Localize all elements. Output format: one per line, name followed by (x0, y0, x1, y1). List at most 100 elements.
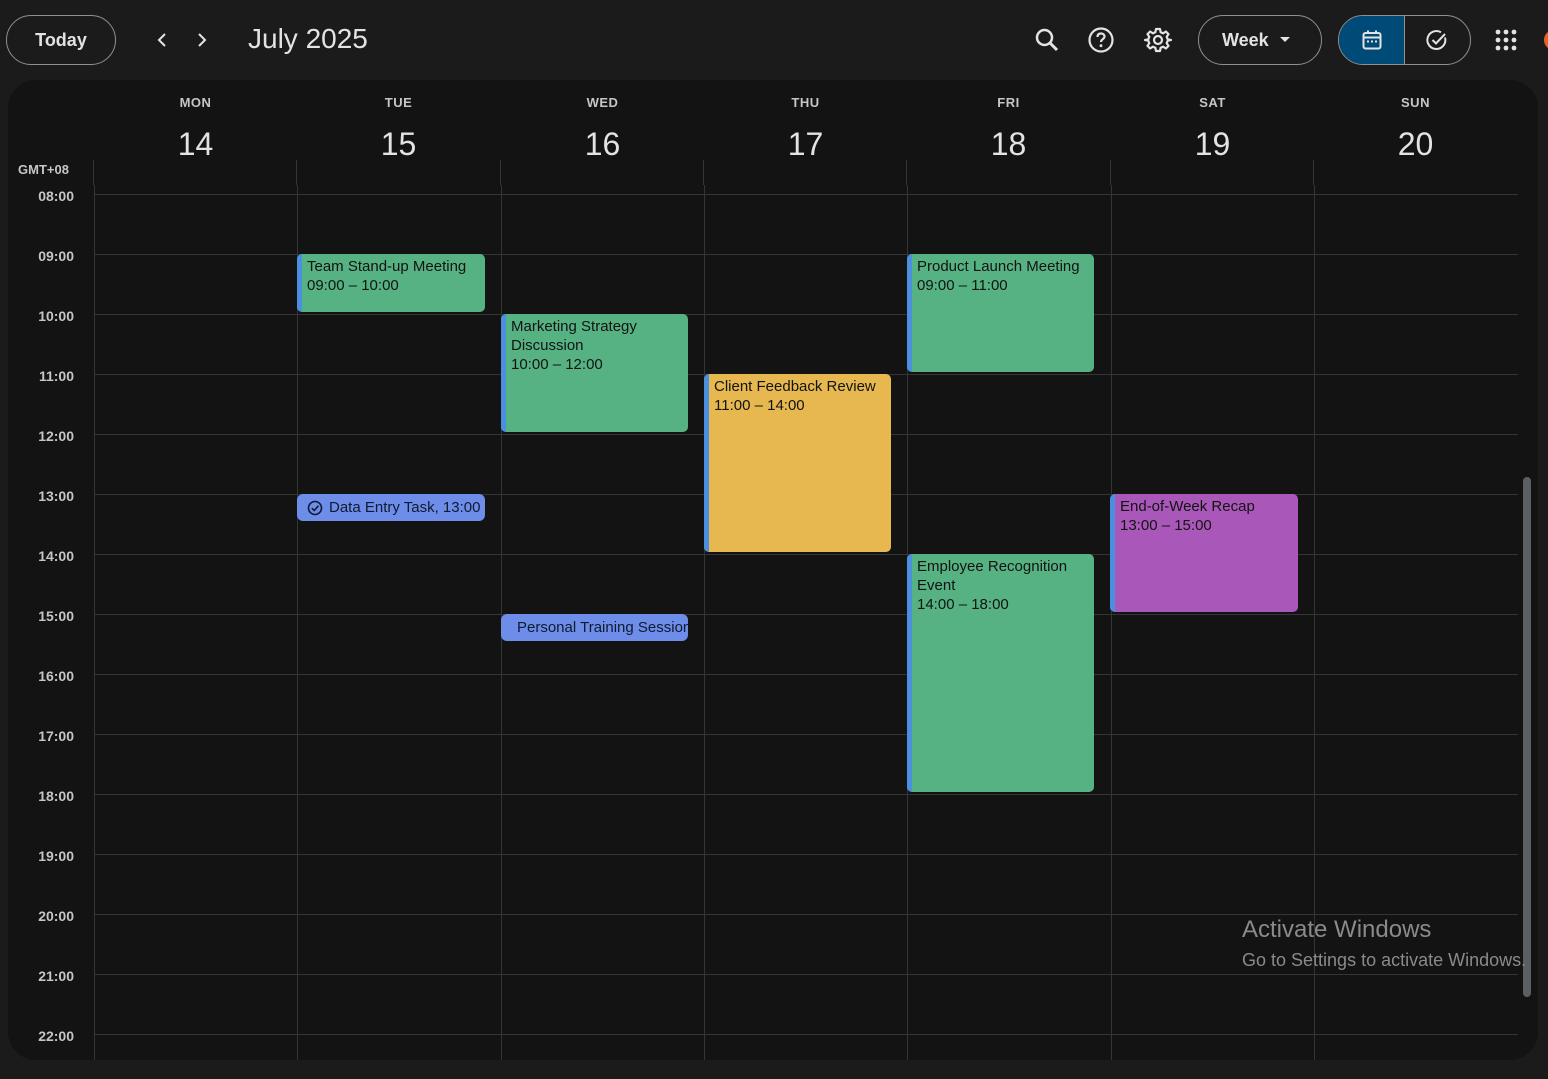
activate-windows-title: Activate Windows (1242, 916, 1432, 943)
apps-grid-icon (1495, 29, 1517, 51)
caret-down-icon (1279, 37, 1290, 42)
previous-week-button[interactable] (146, 24, 178, 56)
hour-line (94, 854, 1518, 855)
day-name: FRI (997, 95, 1020, 110)
hour-line (94, 974, 1518, 975)
hour-label: 09:00 (38, 248, 74, 264)
timezone-label: GMT+08 (18, 162, 69, 177)
day-number[interactable]: 16 (501, 126, 704, 163)
task-data-entry[interactable]: Data Entry Task, 13:00 (297, 494, 485, 521)
day-header-mon[interactable]: MON 14 (94, 80, 297, 190)
task-check-icon (307, 500, 323, 515)
event-title: Client Feedback Review (714, 378, 876, 395)
event-marketing-strategy[interactable]: Marketing Strategy Discussion 10:00 – 12… (501, 314, 688, 432)
day-number[interactable]: 19 (1111, 126, 1314, 163)
top-toolbar: Today July 2025 Week (0, 0, 1548, 80)
hour-line (94, 734, 1518, 735)
help-button[interactable] (1081, 20, 1121, 60)
week-grid-panel: MON 14 TUE 15 WED 16 THU 17 FRI 18 SAT 1… (8, 80, 1538, 1060)
day-number[interactable]: 20 (1314, 126, 1517, 163)
hour-label: 10:00 (38, 308, 74, 324)
day-name: MON (179, 95, 212, 110)
event-time: 09:00 – 11:00 (917, 277, 1008, 294)
event-title: Team Stand-up Meeting (307, 258, 467, 275)
chevron-right-icon (198, 33, 207, 47)
hour-label: 08:00 (38, 188, 74, 204)
today-button[interactable]: Today (6, 15, 116, 65)
day-header-fri[interactable]: FRI 18 (907, 80, 1110, 190)
event-time: 10:00 – 12:00 (511, 356, 603, 373)
day-header-wed[interactable]: WED 16 (501, 80, 704, 190)
day-header-tue[interactable]: TUE 15 (297, 80, 500, 190)
help-icon (1088, 27, 1114, 53)
event-end-of-week-recap[interactable]: End-of-Week Recap 13:00 – 15:00 (1110, 494, 1298, 612)
day-number[interactable]: 18 (907, 126, 1110, 163)
day-header-sat[interactable]: SAT 19 (1111, 80, 1314, 190)
column-line (94, 185, 95, 1060)
task-check-icon (1426, 30, 1447, 50)
calendar-icon (1362, 30, 1381, 50)
avatar[interactable] (1544, 30, 1548, 50)
hour-label: 17:00 (38, 728, 74, 744)
event-client-feedback[interactable]: Client Feedback Review 11:00 – 14:00 (704, 374, 891, 552)
event-title: Product Launch Meeting (917, 258, 1080, 275)
hour-label: 12:00 (38, 428, 74, 444)
event-employee-recognition[interactable]: Employee Recognition Event 14:00 – 18:00 (907, 554, 1094, 792)
event-product-launch[interactable]: Product Launch Meeting 09:00 – 11:00 (907, 254, 1094, 372)
activate-windows-subtitle: Go to Settings to activate Windows. (1242, 950, 1527, 970)
month-title: July 2025 (248, 23, 368, 54)
day-name: SAT (1199, 95, 1226, 110)
day-number[interactable]: 14 (94, 126, 297, 163)
event-time: 14:00 – 18:00 (917, 596, 1009, 613)
day-number[interactable]: 15 (297, 126, 500, 163)
column-line (1111, 185, 1112, 1060)
hour-line (94, 194, 1518, 195)
hour-label: 22:00 (38, 1028, 74, 1044)
hour-label: 16:00 (38, 668, 74, 684)
day-name: SUN (1401, 95, 1430, 110)
event-title: End-of-Week Recap (1120, 498, 1255, 515)
calendar-view-button[interactable] (1339, 16, 1404, 64)
event-time: 09:00 – 10:00 (307, 277, 399, 294)
next-week-button[interactable] (186, 24, 218, 56)
header-divider (1313, 160, 1314, 185)
search-button[interactable] (1027, 20, 1067, 60)
view-select-label: Week (1222, 29, 1269, 50)
hour-line (94, 1034, 1518, 1035)
header-divider (1110, 160, 1111, 185)
hour-line (94, 914, 1518, 915)
hour-label: 18:00 (38, 788, 74, 804)
search-icon (1035, 28, 1059, 52)
day-name: THU (791, 95, 820, 110)
header-divider (296, 160, 297, 185)
day-number[interactable]: 17 (704, 126, 907, 163)
vertical-scrollbar[interactable] (1523, 477, 1531, 997)
day-header-sun[interactable]: SUN 20 (1314, 80, 1517, 190)
gear-icon (1144, 27, 1172, 53)
hour-line (94, 674, 1518, 675)
hour-label: 13:00 (38, 488, 74, 504)
event-title: Marketing Strategy Discussion (511, 318, 637, 354)
header-divider (703, 160, 704, 185)
header-divider (500, 160, 501, 185)
day-header-thu[interactable]: THU 17 (704, 80, 907, 190)
hour-label: 14:00 (38, 548, 74, 564)
hour-line (94, 314, 1518, 315)
view-select-dropdown[interactable]: Week (1198, 15, 1322, 65)
chevron-left-icon (157, 33, 166, 47)
event-team-standup[interactable]: Team Stand-up Meeting 09:00 – 10:00 (297, 254, 485, 312)
task-personal-training[interactable]: Personal Training Session (501, 614, 688, 641)
hour-label: 21:00 (38, 968, 74, 984)
settings-button[interactable] (1138, 20, 1178, 60)
event-time: 13:00 – 15:00 (1120, 517, 1212, 534)
day-name: WED (586, 95, 619, 110)
task-label: Data Entry Task, 13:00 (329, 499, 481, 516)
hour-label: 19:00 (38, 848, 74, 864)
column-line (297, 185, 298, 1060)
apps-button[interactable] (1486, 20, 1526, 60)
hour-label: 20:00 (38, 908, 74, 924)
tasks-view-button[interactable] (1405, 16, 1470, 64)
event-title: Employee Recognition Event (917, 558, 1068, 594)
event-time: 11:00 – 14:00 (714, 397, 805, 414)
hour-line (94, 614, 1518, 615)
